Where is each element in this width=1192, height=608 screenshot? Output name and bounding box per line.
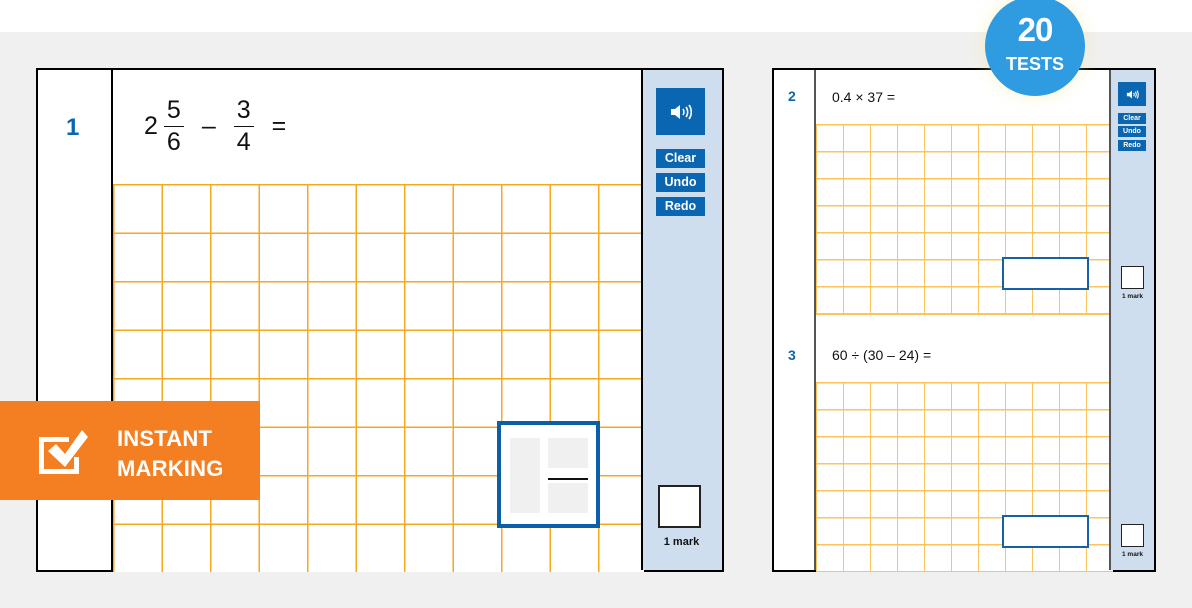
tool-panel: Clear Undo Redo 1 mark <box>641 70 722 570</box>
question-number: 1 <box>66 114 80 141</box>
speaker-icon <box>670 104 692 119</box>
numerator: 3 <box>233 97 254 127</box>
tests-count-badge: 20 TESTS <box>985 0 1085 96</box>
answer-box[interactable] <box>1002 257 1089 290</box>
numerator-input[interactable] <box>548 438 588 468</box>
whole-number-input[interactable] <box>510 438 540 513</box>
fraction-2: 3 4 <box>233 97 254 156</box>
question-number: 3 <box>788 347 796 363</box>
audio-button[interactable] <box>1118 82 1146 106</box>
redo-button[interactable]: Redo <box>656 197 705 216</box>
speaker-icon <box>1126 89 1139 99</box>
denominator-input[interactable] <box>548 483 588 513</box>
mark-checkbox[interactable] <box>658 485 701 528</box>
question-3-text: 60 ÷ (30 – 24) = <box>832 347 932 363</box>
instant-marking-banner: INSTANT MARKING <box>0 401 260 500</box>
fraction-answer-box[interactable] <box>497 421 600 528</box>
question-number-column: 2 3 <box>774 70 816 570</box>
banner-line-2: MARKING <box>117 456 224 481</box>
fraction-1: 5 6 <box>163 97 184 156</box>
banner-line-1: INSTANT <box>117 426 213 451</box>
undo-button[interactable]: Undo <box>656 173 705 192</box>
equals-sign: = <box>271 111 287 140</box>
tool-panel: Clear Undo Redo 1 mark 1 mark <box>1109 70 1154 570</box>
answer-box[interactable] <box>1002 515 1089 548</box>
question-1-expression: 2 5 6 – 3 4 = <box>144 96 300 156</box>
mark-label: 1 mark <box>1122 293 1143 300</box>
checkbox-tick-icon <box>39 430 88 474</box>
clear-button[interactable]: Clear <box>1118 113 1146 124</box>
minus-operator: – <box>201 111 216 140</box>
numerator: 5 <box>163 97 184 127</box>
mark-label: 1 mark <box>663 536 700 548</box>
fraction-bar <box>548 478 588 480</box>
questions-2-3-card: 2 3 0.4 × 37 = 60 ÷ (30 – 24) = Clear Un… <box>772 68 1156 572</box>
whole-number: 2 <box>144 111 158 140</box>
denominator: 4 <box>236 127 251 156</box>
undo-button[interactable]: Undo <box>1118 126 1146 137</box>
mark-label: 1 mark <box>1122 551 1143 558</box>
badge-count: 20 <box>1017 11 1054 48</box>
question-2-text: 0.4 × 37 = <box>832 89 896 105</box>
badge-label: TESTS <box>1005 54 1064 74</box>
mark-checkbox[interactable] <box>1121 524 1144 547</box>
redo-button[interactable]: Redo <box>1118 140 1146 151</box>
question-number: 2 <box>788 88 796 104</box>
banner-text: INSTANT MARKING <box>117 424 224 484</box>
audio-button[interactable] <box>656 88 705 135</box>
mark-checkbox[interactable] <box>1121 266 1144 289</box>
clear-button[interactable]: Clear <box>656 149 705 168</box>
denominator: 6 <box>166 127 181 156</box>
